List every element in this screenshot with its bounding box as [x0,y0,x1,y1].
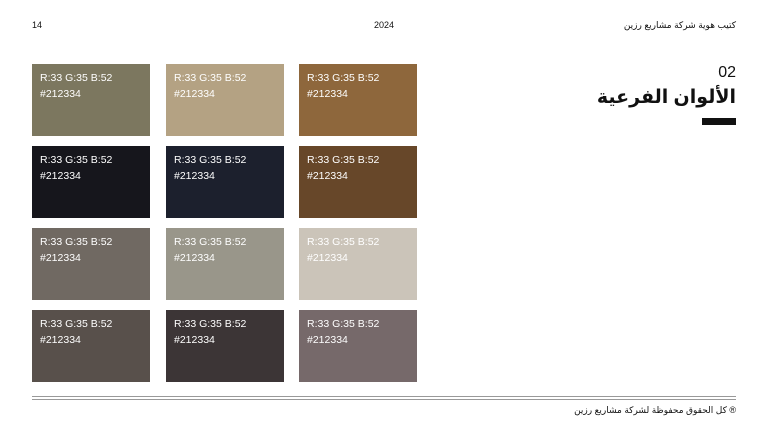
swatch-hex-label: #212334 [307,170,348,182]
swatch-hex-label: #212334 [40,88,81,100]
swatch-rgb-label: R:33 G:35 B:52 [40,236,113,248]
swatch-hex-label: #212334 [40,170,81,182]
swatch-rgb-label: R:33 G:35 B:52 [174,154,247,166]
swatch-rgb-label: R:33 G:35 B:52 [174,72,247,84]
footer-divider [32,396,736,397]
brand-page: 14 2024 كتيب هوية شركة مشاريع رزين 02 ال… [0,0,768,432]
title-underline-bar [702,118,736,125]
swatch-rgb-label: R:33 G:35 B:52 [174,318,247,330]
swatch-hex-label: #212334 [40,252,81,264]
color-swatch: R:33 G:35 B:52 #212334 [299,146,417,218]
color-swatch: R:33 G:35 B:52 #212334 [299,310,417,382]
swatch-hex-label: #212334 [174,252,215,264]
swatch-rgb-label: R:33 G:35 B:52 [307,72,380,84]
swatch-hex-label: #212334 [40,334,81,346]
color-swatch: R:33 G:35 B:52 #212334 [32,146,150,218]
color-swatch: R:33 G:35 B:52 #212334 [166,146,284,218]
swatch-hex-label: #212334 [307,88,348,100]
footer-copyright: ® كل الحقوق محفوظة لشركة مشاريع رزين [574,405,736,415]
footer-divider [32,399,736,400]
color-swatch: R:33 G:35 B:52 #212334 [299,228,417,300]
color-swatch: R:33 G:35 B:52 #212334 [166,310,284,382]
swatch-hex-label: #212334 [307,252,348,264]
swatch-hex-label: #212334 [174,334,215,346]
swatch-hex-label: #212334 [307,334,348,346]
swatch-hex-label: #212334 [174,170,215,182]
color-swatch: R:33 G:35 B:52 #212334 [32,310,150,382]
swatch-rgb-label: R:33 G:35 B:52 [307,236,380,248]
section-number: 02 [718,64,736,81]
document-title: كتيب هوية شركة مشاريع رزين [623,20,736,30]
swatch-rgb-label: R:33 G:35 B:52 [307,154,380,166]
swatch-rgb-label: R:33 G:35 B:52 [40,318,113,330]
swatch-hex-label: #212334 [174,88,215,100]
swatch-rgb-label: R:33 G:35 B:52 [40,72,113,84]
color-swatch: R:33 G:35 B:52 #212334 [299,64,417,136]
swatch-rgb-label: R:33 G:35 B:52 [174,236,247,248]
color-swatch: R:33 G:35 B:52 #212334 [166,64,284,136]
swatch-rgb-label: R:33 G:35 B:52 [307,318,380,330]
color-swatch: R:33 G:35 B:52 #212334 [32,228,150,300]
color-swatch: R:33 G:35 B:52 #212334 [32,64,150,136]
section-title: الألوان الفرعية [596,87,736,108]
color-swatch: R:33 G:35 B:52 #212334 [166,228,284,300]
swatch-rgb-label: R:33 G:35 B:52 [40,154,113,166]
